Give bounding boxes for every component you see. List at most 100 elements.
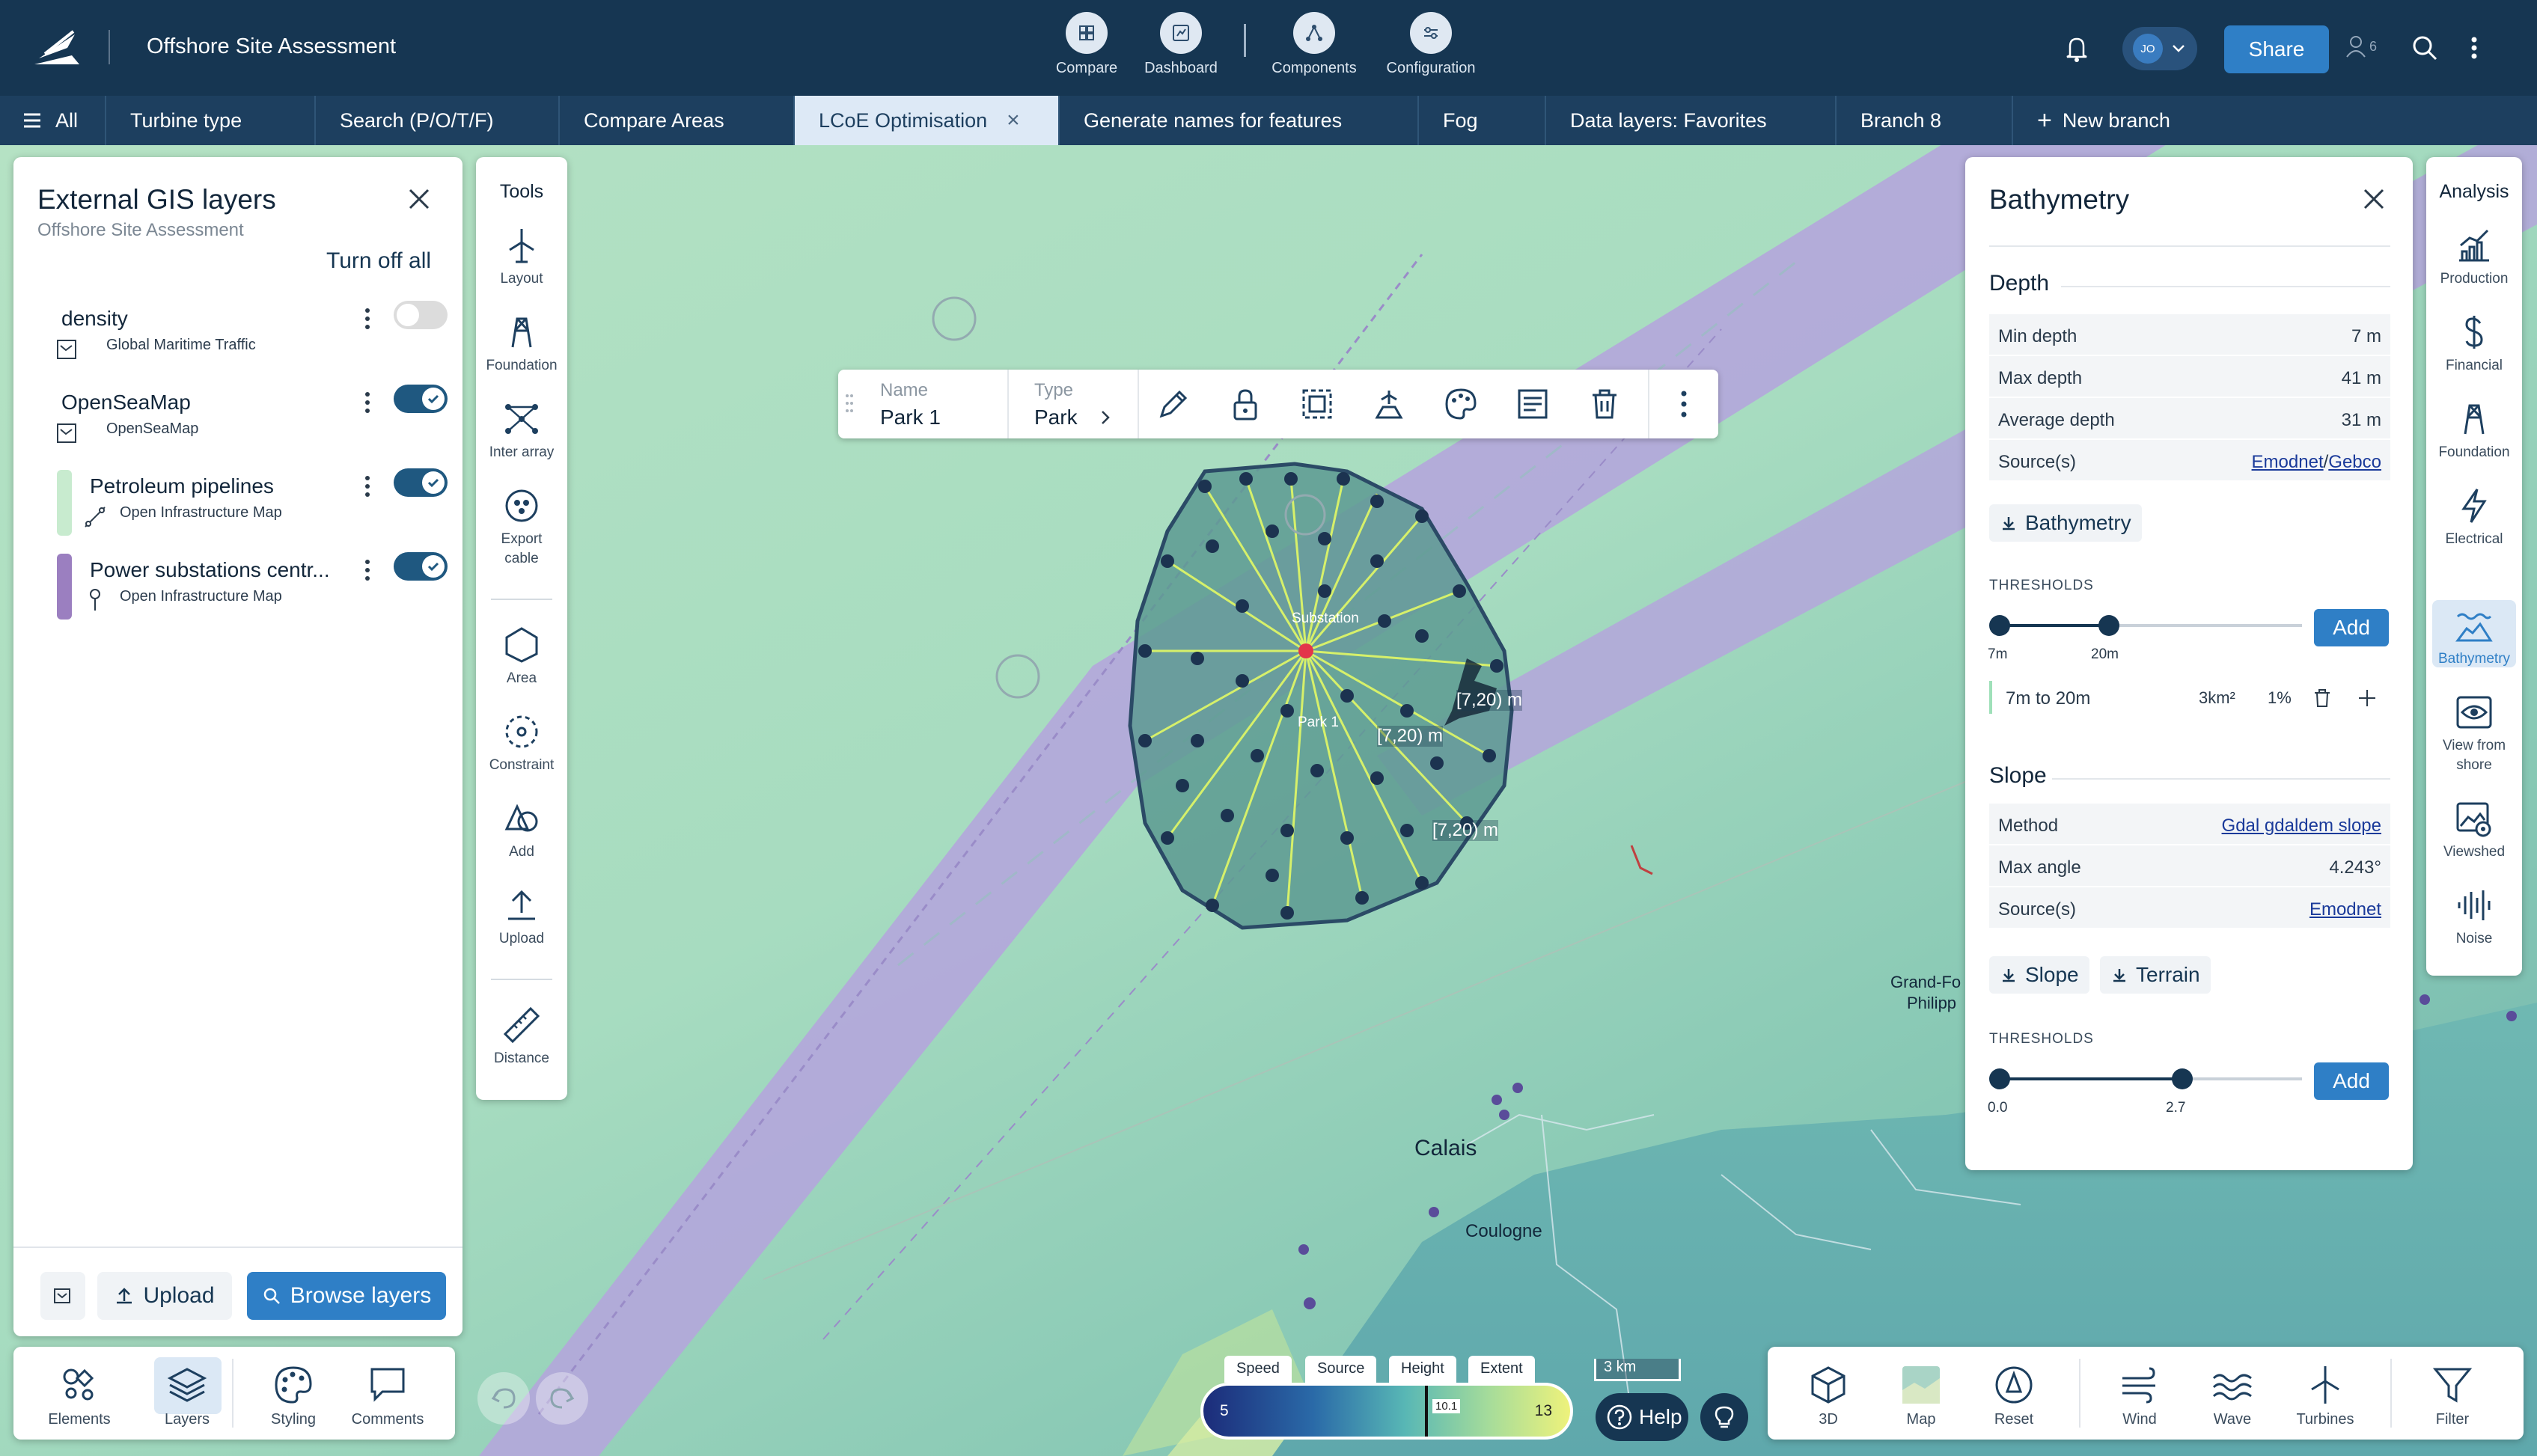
tab-lcoe-optimisation[interactable]: LCoE Optimisation ×: [795, 96, 1060, 145]
analysis-bathymetry[interactable]: Bathymetry: [2426, 606, 2522, 669]
chevron-right-icon[interactable]: [1099, 409, 1112, 426]
search-icon[interactable]: [2410, 33, 2440, 63]
type-selector[interactable]: Park: [1034, 406, 1078, 429]
share-button[interactable]: Share: [2224, 25, 2329, 73]
analysis-viewshed[interactable]: Viewshed: [2426, 799, 2522, 862]
download-slope-button[interactable]: Slope: [1989, 956, 2089, 994]
legend-tab-extent[interactable]: Extent: [1468, 1356, 1535, 1383]
filter-button[interactable]: Filter: [2411, 1363, 2494, 1428]
tab-all[interactable]: All: [0, 96, 106, 145]
add-slope-threshold-button[interactable]: Add: [2314, 1062, 2389, 1100]
method-link[interactable]: Gdal gdaldem slope: [2222, 816, 2381, 836]
drag-handle-icon[interactable]: [844, 392, 855, 415]
browse-layers-button[interactable]: Browse layers: [247, 1272, 446, 1320]
tab-generate-names[interactable]: Generate names for features: [1060, 96, 1419, 145]
analysis-noise[interactable]: Noise: [2426, 886, 2522, 949]
tool-add[interactable]: Add: [476, 799, 567, 862]
report-icon[interactable]: [1515, 386, 1551, 422]
more-vertical-icon[interactable]: [364, 307, 371, 331]
gebco-link[interactable]: Gebco: [2328, 452, 2381, 472]
analysis-financial[interactable]: Financial: [2426, 313, 2522, 376]
tab-data-layers-favorites[interactable]: Data layers: Favorites: [1546, 96, 1837, 145]
layer-item-density[interactable]: density Global Maritime Traffic: [36, 301, 448, 382]
upload-button[interactable]: Upload: [97, 1272, 232, 1320]
new-branch-button[interactable]: + New branch: [2013, 96, 2238, 145]
analysis-view-from-shore[interactable]: View from shore: [2426, 693, 2522, 774]
map-style-button[interactable]: Map: [1880, 1363, 1962, 1428]
slider-handle-high[interactable]: [2098, 615, 2119, 636]
download-terrain-button[interactable]: Terrain: [2100, 956, 2211, 994]
close-tab-icon[interactable]: ×: [1007, 108, 1020, 133]
add-depth-threshold-button[interactable]: Add: [2314, 609, 2389, 646]
name-field[interactable]: Park 1: [880, 406, 941, 429]
layer-toggle[interactable]: [394, 552, 448, 581]
close-icon[interactable]: [2360, 186, 2387, 212]
turn-off-all-button[interactable]: Turn off all: [326, 248, 431, 274]
redo-button[interactable]: [536, 1372, 588, 1425]
tab-turbine-type[interactable]: Turbine type: [106, 96, 316, 145]
styling-button[interactable]: Styling: [248, 1363, 338, 1428]
lock-icon[interactable]: [1227, 386, 1263, 422]
reset-button[interactable]: Reset: [1973, 1363, 2055, 1428]
turbines-button[interactable]: Turbines: [2284, 1363, 2366, 1428]
slope-threshold-slider[interactable]: [1989, 1068, 2302, 1089]
tool-distance[interactable]: Distance: [476, 1006, 567, 1068]
legend-tab-source[interactable]: Source: [1305, 1356, 1377, 1383]
3d-button[interactable]: 3D: [1787, 1363, 1869, 1428]
layer-toggle[interactable]: [394, 301, 448, 329]
nav-dashboard[interactable]: Dashboard: [1129, 12, 1233, 77]
turbine-layout-icon[interactable]: [1371, 386, 1407, 422]
more-vertical-icon[interactable]: [364, 474, 371, 498]
layer-library-button[interactable]: [40, 1272, 85, 1320]
close-icon[interactable]: [406, 186, 433, 212]
pencil-icon[interactable]: [1155, 386, 1191, 422]
download-bathymetry-button[interactable]: Bathymetry: [1989, 504, 2142, 542]
tab-search[interactable]: Search (P/O/T/F): [316, 96, 560, 145]
elements-button[interactable]: Elements: [34, 1363, 124, 1428]
tool-upload[interactable]: Upload: [476, 886, 567, 949]
analysis-production[interactable]: Production: [2426, 226, 2522, 289]
tool-area[interactable]: Area: [476, 625, 567, 688]
layer-item-openseamap[interactable]: OpenSeaMap OpenSeaMap: [36, 385, 448, 465]
tool-export-cable[interactable]: Export cable: [476, 486, 567, 568]
tool-layout[interactable]: Layout: [476, 226, 567, 289]
tool-foundation[interactable]: Foundation: [476, 313, 567, 376]
trash-icon[interactable]: [2311, 687, 2333, 709]
trash-icon[interactable]: [1587, 386, 1622, 422]
plus-icon[interactable]: [2356, 687, 2378, 709]
tool-inter-array[interactable]: Inter array: [476, 400, 567, 462]
wave-button[interactable]: Wave: [2191, 1363, 2274, 1428]
layer-toggle[interactable]: [394, 385, 448, 413]
nav-compare[interactable]: Compare: [1034, 12, 1139, 77]
analysis-foundation[interactable]: Foundation: [2426, 400, 2522, 462]
tab-compare-areas[interactable]: Compare Areas: [560, 96, 795, 145]
wind-button[interactable]: Wind: [2098, 1363, 2181, 1428]
more-vertical-icon[interactable]: [364, 391, 371, 415]
user-menu[interactable]: JO: [2122, 27, 2197, 70]
emodnet-link[interactable]: Emodnet: [2252, 452, 2324, 472]
emodnet-link[interactable]: Emodnet: [2309, 899, 2381, 920]
palette-icon[interactable]: [1443, 386, 1479, 422]
legend-tab-speed[interactable]: Speed: [1224, 1356, 1292, 1383]
nav-components[interactable]: Components: [1262, 12, 1367, 77]
tab-fog[interactable]: Fog: [1419, 96, 1546, 145]
layers-button[interactable]: Layers: [142, 1363, 232, 1428]
tips-button[interactable]: [1700, 1393, 1748, 1441]
legend-tab-height[interactable]: Height: [1389, 1356, 1456, 1383]
more-vertical-icon[interactable]: [1666, 386, 1702, 422]
comments-button[interactable]: Comments: [343, 1363, 433, 1428]
bell-icon[interactable]: [2064, 34, 2089, 63]
layer-item-petroleum-pipelines[interactable]: Petroleum pipelines Open Infrastructure …: [36, 468, 448, 549]
depth-threshold-slider[interactable]: [1989, 615, 2302, 636]
slider-handle-high[interactable]: [2172, 1068, 2193, 1089]
app-logo-icon[interactable]: [30, 25, 84, 70]
select-area-icon[interactable]: [1299, 386, 1335, 422]
user-count[interactable]: 6: [2345, 34, 2377, 58]
more-vertical-icon[interactable]: [2459, 33, 2489, 63]
layer-item-power-substations[interactable]: Power substations centr... Open Infrastr…: [36, 552, 448, 633]
help-button[interactable]: Help: [1596, 1393, 1688, 1441]
tab-branch-8[interactable]: Branch 8: [1837, 96, 2013, 145]
more-vertical-icon[interactable]: [364, 558, 371, 582]
undo-button[interactable]: [477, 1372, 530, 1425]
slider-handle-low[interactable]: [1989, 615, 2010, 636]
